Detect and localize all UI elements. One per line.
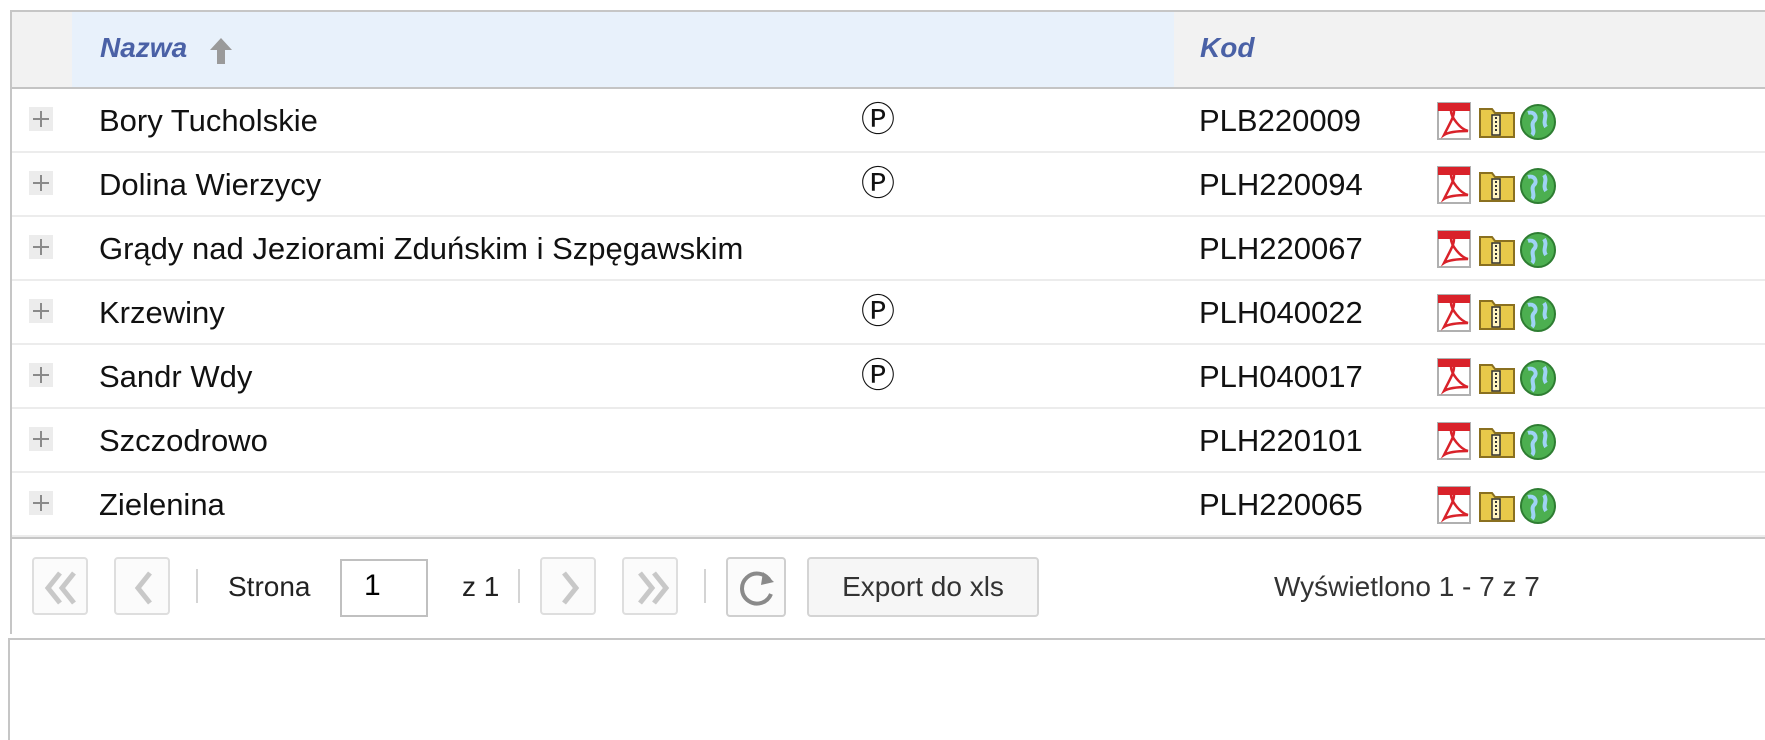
table-row[interactable]: Zielenina PLH220065 [12, 473, 1765, 537]
page-number-input[interactable]: 1 [340, 559, 428, 617]
site-name-cell: Dolina Wierzycy [99, 167, 322, 202]
record-count-status: Wyświetlono 1 - 7 z 7 [1274, 571, 1540, 602]
expand-row-icon[interactable] [29, 491, 53, 515]
grid-header: Nazwa Kod [12, 12, 1765, 89]
expand-row-icon[interactable] [29, 171, 53, 195]
globe-icon[interactable] [1516, 167, 1558, 205]
name-column-header[interactable]: Nazwa [100, 32, 187, 64]
site-code-cell: PLH220067 [1199, 231, 1363, 266]
p-flag-icon: Ⓟ [861, 164, 895, 204]
site-name-cell: Szczodrowo [99, 423, 268, 458]
pdf-icon[interactable] [1436, 165, 1474, 205]
zip-folder-icon[interactable] [1478, 357, 1516, 395]
table-row[interactable]: Grądy nad Jeziorami Zduńskim i Szpęgawsk… [12, 217, 1765, 281]
site-code-cell: PLH040022 [1199, 295, 1363, 330]
pdf-icon[interactable] [1436, 421, 1474, 461]
previous-page-button[interactable] [114, 557, 170, 615]
pdf-icon[interactable] [1436, 485, 1474, 525]
table-row[interactable]: Szczodrowo PLH220101 [12, 409, 1765, 473]
site-code-cell: PLH040017 [1199, 359, 1363, 394]
zip-folder-icon[interactable] [1478, 229, 1516, 267]
site-code-cell: PLH220101 [1199, 423, 1363, 458]
site-code-cell: PLH220065 [1199, 487, 1363, 522]
table-row[interactable]: Dolina Wierzycy Ⓟ PLH220094 [12, 153, 1765, 217]
page-count-label: z 1 [462, 571, 500, 602]
expand-row-icon[interactable] [29, 235, 53, 259]
globe-icon[interactable] [1516, 487, 1558, 525]
pdf-icon[interactable] [1436, 101, 1474, 141]
page-label: Strona [228, 571, 311, 602]
site-name-cell: Sandr Wdy [99, 359, 253, 394]
site-code-cell: PLB220009 [1199, 103, 1362, 138]
export-xls-button[interactable]: Export do xls [807, 557, 1039, 617]
site-code-cell: PLH220094 [1199, 167, 1363, 202]
pager-separator [196, 569, 198, 603]
code-column-header[interactable]: Kod [1200, 32, 1254, 64]
double-chevron-left-icon [44, 571, 76, 605]
pdf-icon[interactable] [1436, 229, 1474, 269]
expand-row-icon[interactable] [29, 299, 53, 323]
zip-folder-icon[interactable] [1478, 421, 1516, 459]
site-name-cell: Zielenina [99, 487, 225, 522]
expand-row-icon[interactable] [29, 427, 53, 451]
double-chevron-right-icon [638, 571, 670, 605]
expand-row-icon[interactable] [29, 107, 53, 131]
last-page-button[interactable] [622, 557, 678, 615]
grid-body: Bory Tucholskie Ⓟ PLB220009 Dolina Wierz… [12, 89, 1765, 537]
data-grid: Nazwa Kod Bory Tucholskie Ⓟ PLB220009 Do… [10, 10, 1765, 634]
globe-icon[interactable] [1516, 231, 1558, 269]
expand-row-icon[interactable] [29, 363, 53, 387]
site-name-cell: Bory Tucholskie [99, 103, 318, 138]
sort-ascending-icon [210, 38, 232, 64]
table-row[interactable]: Bory Tucholskie Ⓟ PLB220009 [12, 89, 1765, 153]
globe-icon[interactable] [1516, 103, 1558, 141]
table-row[interactable]: Krzewiny Ⓟ PLH040022 [12, 281, 1765, 345]
chevron-left-icon [134, 571, 152, 605]
refresh-icon [740, 571, 774, 606]
zip-folder-icon[interactable] [1478, 293, 1516, 331]
table-row[interactable]: Sandr Wdy Ⓟ PLH040017 [12, 345, 1765, 409]
refresh-button[interactable] [726, 557, 786, 617]
pager-separator [518, 569, 520, 603]
chevron-right-icon [562, 571, 580, 605]
zip-folder-icon[interactable] [1478, 101, 1516, 139]
pager-toolbar: Strona 1 z 1 Export do xls Wyświetlono 1… [12, 537, 1765, 634]
first-page-button[interactable] [32, 557, 88, 615]
site-name-cell: Grądy nad Jeziorami Zduńskim i Szpęgawsk… [99, 231, 744, 266]
p-flag-icon: Ⓟ [861, 356, 895, 396]
name-column-header-bg[interactable] [72, 12, 1174, 87]
bottom-panel [8, 638, 1765, 740]
zip-folder-icon[interactable] [1478, 485, 1516, 523]
p-flag-icon: Ⓟ [861, 100, 895, 140]
zip-folder-icon[interactable] [1478, 165, 1516, 203]
pdf-icon[interactable] [1436, 357, 1474, 397]
pager-separator [704, 569, 706, 603]
site-name-cell: Krzewiny [99, 295, 225, 330]
pdf-icon[interactable] [1436, 293, 1474, 333]
globe-icon[interactable] [1516, 423, 1558, 461]
globe-icon[interactable] [1516, 359, 1558, 397]
next-page-button[interactable] [540, 557, 596, 615]
globe-icon[interactable] [1516, 295, 1558, 333]
p-flag-icon: Ⓟ [861, 292, 895, 332]
